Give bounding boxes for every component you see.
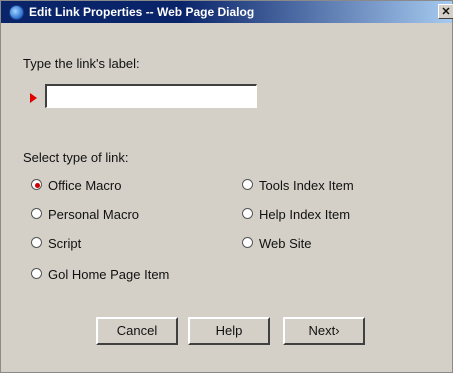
link-type-prompt: Select type of link: (23, 150, 129, 165)
radio-button-icon[interactable] (242, 179, 253, 190)
radio-button-icon[interactable] (31, 268, 42, 279)
radio-button-icon[interactable] (31, 237, 42, 248)
dialog-window: Edit Link Properties -- Web Page Dialog … (0, 0, 453, 373)
radio-selected-dot (35, 183, 40, 188)
next-button[interactable]: Next› (283, 317, 365, 345)
close-button[interactable]: ✕ (438, 4, 453, 19)
radio-label[interactable]: Web Site (259, 236, 312, 251)
title-bar: Edit Link Properties -- Web Page Dialog … (1, 1, 453, 23)
link-label-input[interactable] (45, 84, 257, 108)
required-arrow-icon (30, 93, 37, 103)
help-button[interactable]: Help (188, 317, 270, 345)
radio-label[interactable]: Tools Index Item (259, 178, 354, 193)
radio-button-icon[interactable] (31, 179, 42, 190)
cancel-button[interactable]: Cancel (96, 317, 178, 345)
radio-button-icon[interactable] (31, 208, 42, 219)
radio-label[interactable]: Script (48, 236, 81, 251)
radio-button-icon[interactable] (242, 237, 253, 248)
radio-label[interactable]: Personal Macro (48, 207, 139, 222)
radio-button-icon[interactable] (242, 208, 253, 219)
window-title: Edit Link Properties -- Web Page Dialog (29, 5, 255, 19)
link-label-prompt: Type the link's label: (23, 56, 140, 71)
radio-label[interactable]: Gol Home Page Item (48, 267, 169, 282)
radio-label[interactable]: Office Macro (48, 178, 121, 193)
ie-page-icon (9, 5, 24, 20)
radio-label[interactable]: Help Index Item (259, 207, 350, 222)
